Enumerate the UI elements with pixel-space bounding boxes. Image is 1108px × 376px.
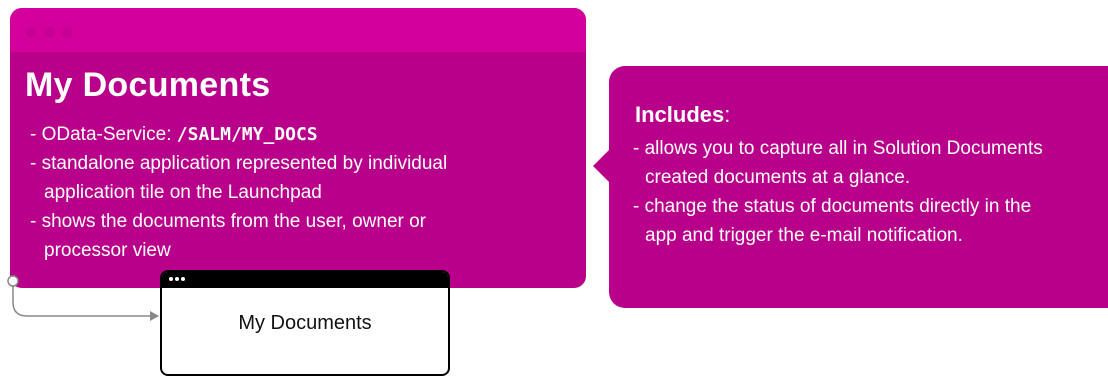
- main-title: My Documents: [25, 66, 271, 104]
- main-window: My Documents - OData-Service: /SALM/MY_D…: [10, 8, 586, 288]
- callout-bullet-capture: - allows you to capture all in Solution …: [633, 134, 1103, 192]
- bullet-line: - change the status of documents directl…: [633, 196, 1032, 217]
- tile-titlebar: [162, 272, 448, 288]
- bullet-line: - standalone application represented by …: [30, 153, 448, 174]
- bullet-line: - allows you to capture all in Solution …: [633, 138, 1043, 159]
- callout-heading-colon: :: [724, 102, 731, 127]
- tile-dot-icon: [169, 277, 173, 281]
- bullet-line: app and trigger the e-mail notification.: [645, 225, 963, 246]
- diagram-stage: My Documents - OData-Service: /SALM/MY_D…: [0, 0, 1108, 376]
- bullet-line: created documents at a glance.: [645, 167, 911, 188]
- window-dot-icon: [26, 27, 37, 38]
- tile-label: My Documents: [238, 312, 372, 334]
- window-dot-icon: [44, 27, 55, 38]
- odata-service-path: /SALM/MY_DOCS: [176, 124, 318, 145]
- callout-heading-text: Includes: [635, 102, 725, 127]
- bullet-odata-prefix: - OData-Service:: [30, 124, 177, 145]
- connector-arrowhead-icon: [150, 311, 159, 321]
- bullet-line: application tile on the Launchpad: [44, 182, 322, 203]
- callout-bullet-list: - allows you to capture all in Solution …: [633, 134, 1103, 250]
- bullet-line: - shows the documents from the user, own…: [30, 211, 427, 232]
- tile-dot-icon: [181, 277, 185, 281]
- main-window-titlebar: [10, 8, 586, 52]
- bullet-line: processor view: [44, 240, 171, 261]
- bullet-shows-documents: - shows the documents from the user, own…: [30, 207, 560, 265]
- window-dot-icon: [62, 27, 73, 38]
- callout-heading: Includes:: [635, 102, 730, 128]
- callout-bullet-status: - change the status of documents directl…: [633, 192, 1103, 250]
- bullet-odata-service: - OData-Service: /SALM/MY_DOCS: [30, 120, 560, 149]
- includes-callout: Includes: - allows you to capture all in…: [609, 66, 1108, 308]
- bullet-standalone-app: - standalone application represented by …: [30, 149, 560, 207]
- tile-dot-icon: [175, 277, 179, 281]
- my-documents-tile[interactable]: My Documents: [160, 270, 450, 376]
- main-bullet-list: - OData-Service: /SALM/MY_DOCS - standal…: [30, 120, 560, 265]
